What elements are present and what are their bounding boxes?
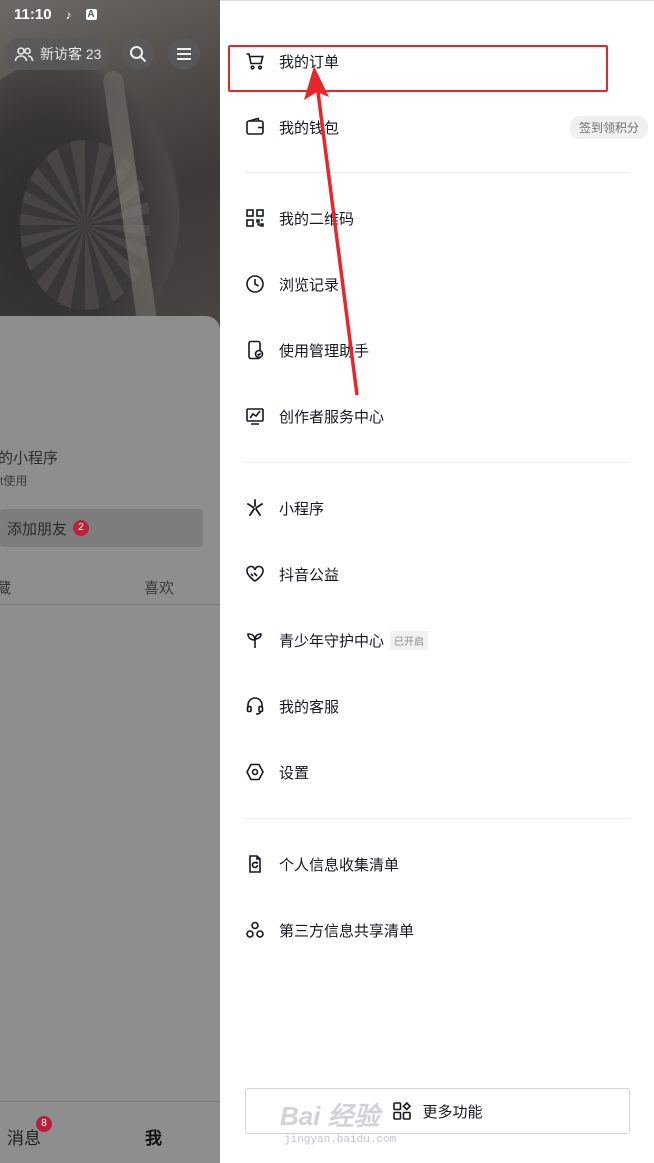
menu-item-label: 我的二维码: [279, 210, 355, 228]
bottom-nav: 消息 8 我: [0, 1101, 220, 1163]
profile-card: [0, 316, 220, 1116]
menu-item-my-orders[interactable]: 我的订单: [245, 41, 630, 81]
people-icon: [14, 47, 34, 62]
nav-messages[interactable]: 消息: [7, 1124, 41, 1149]
cart-icon: [245, 51, 265, 71]
menu-item-youth-protection[interactable]: 青少年守护中心 已开启: [245, 620, 630, 660]
menu-button[interactable]: [168, 38, 200, 70]
wallet-icon: [245, 117, 265, 137]
phone-check-icon: [245, 340, 265, 360]
watermark-url: jingyan.baidu.com: [284, 1134, 397, 1146]
menu-item-label: 我的钱包: [279, 119, 340, 137]
watermark-logo: Bai 经验: [280, 1101, 380, 1131]
menu-item-my-wallet[interactable]: 我的钱包 签到领积分: [245, 107, 648, 147]
profile-tabs: 藏 喜欢: [0, 575, 220, 605]
profile-page-dimmed[interactable]: 11:10 ♪ A 新访客 23 的小程序 t使用 添加朋友 2 藏 喜欢 消息…: [0, 0, 220, 1163]
more-functions-label: 更多功能: [422, 1103, 483, 1121]
menu-item-usage-assistant[interactable]: 使用管理助手: [245, 330, 630, 370]
messages-badge: 8: [36, 1116, 52, 1132]
document-refresh-icon: [245, 854, 265, 874]
side-drawer: 我的订单 我的钱包 签到领积分 我的二维码 浏览记录 使用管理助手 创作者服务中…: [220, 0, 654, 1163]
mini-program-icon: [245, 498, 265, 518]
tab-likes[interactable]: 喜欢: [144, 577, 174, 598]
menu-item-customer-service[interactable]: 我的客服: [245, 686, 630, 726]
divider: [245, 172, 630, 173]
settings-hex-icon: [245, 762, 265, 782]
menu-icon: [177, 48, 191, 60]
search-button[interactable]: [122, 38, 154, 70]
sprout-icon: [245, 630, 265, 650]
menu-item-label: 第三方信息共享清单: [279, 922, 415, 940]
check-in-points-pill[interactable]: 签到领积分: [569, 115, 648, 139]
menu-item-personal-info-list[interactable]: 个人信息收集清单: [245, 844, 630, 884]
menu-item-label: 使用管理助手: [279, 342, 370, 360]
add-friend-label: 添加朋友: [7, 520, 68, 538]
menu-item-creator-center[interactable]: 创作者服务中心: [245, 396, 630, 436]
menu-item-label: 抖音公益: [279, 566, 340, 584]
menu-item-label: 创作者服务中心: [279, 408, 385, 426]
status-time: 11:10: [14, 6, 52, 23]
tab-favorites[interactable]: 藏: [0, 577, 11, 598]
menu-item-label: 小程序: [279, 500, 325, 518]
app-notification-icon: A: [85, 9, 97, 20]
nav-me[interactable]: 我: [145, 1124, 162, 1149]
menu-item-my-qr-code[interactable]: 我的二维码: [245, 198, 630, 238]
divider: [245, 818, 630, 819]
menu-item-label: 个人信息收集清单: [279, 856, 400, 874]
menu-item-label: 我的订单: [279, 53, 340, 71]
divider: [245, 462, 630, 463]
menu-item-douyin-charity[interactable]: 抖音公益: [245, 554, 630, 594]
add-friend-badge: 2: [73, 520, 90, 536]
menu-item-label: 浏览记录: [279, 276, 340, 294]
status-bar: 11:10 ♪ A: [14, 6, 97, 23]
status-tag-enabled: 已开启: [390, 630, 429, 650]
mini-program-title[interactable]: 的小程序: [0, 447, 58, 468]
menu-item-settings[interactable]: 设置: [245, 752, 630, 792]
chart-monitor-icon: [245, 406, 265, 426]
clock-icon: [245, 274, 265, 294]
new-visitors-button[interactable]: 新访客 23: [4, 38, 112, 70]
menu-item-label: 我的客服: [279, 698, 340, 716]
new-visitors-label: 新访客 23: [40, 46, 102, 62]
grid-icon: [393, 1101, 412, 1120]
share-circles-icon: [245, 920, 265, 940]
menu-item-browse-history[interactable]: 浏览记录: [245, 264, 630, 304]
add-friend-button[interactable]: 添加朋友 2: [0, 509, 203, 547]
menu-item-third-party-sharing-list[interactable]: 第三方信息共享清单: [245, 910, 630, 950]
menu-item-mini-programs[interactable]: 小程序: [245, 488, 630, 528]
menu-item-label: 青少年守护中心: [279, 632, 385, 650]
tiktok-notification-icon: ♪: [65, 7, 72, 22]
headset-icon: [245, 696, 265, 716]
mini-program-subtitle: t使用: [0, 474, 28, 488]
search-icon: [130, 46, 147, 63]
menu-item-label: 设置: [279, 764, 310, 782]
heart-hands-icon: [245, 564, 265, 584]
qr-code-icon: [245, 208, 265, 228]
